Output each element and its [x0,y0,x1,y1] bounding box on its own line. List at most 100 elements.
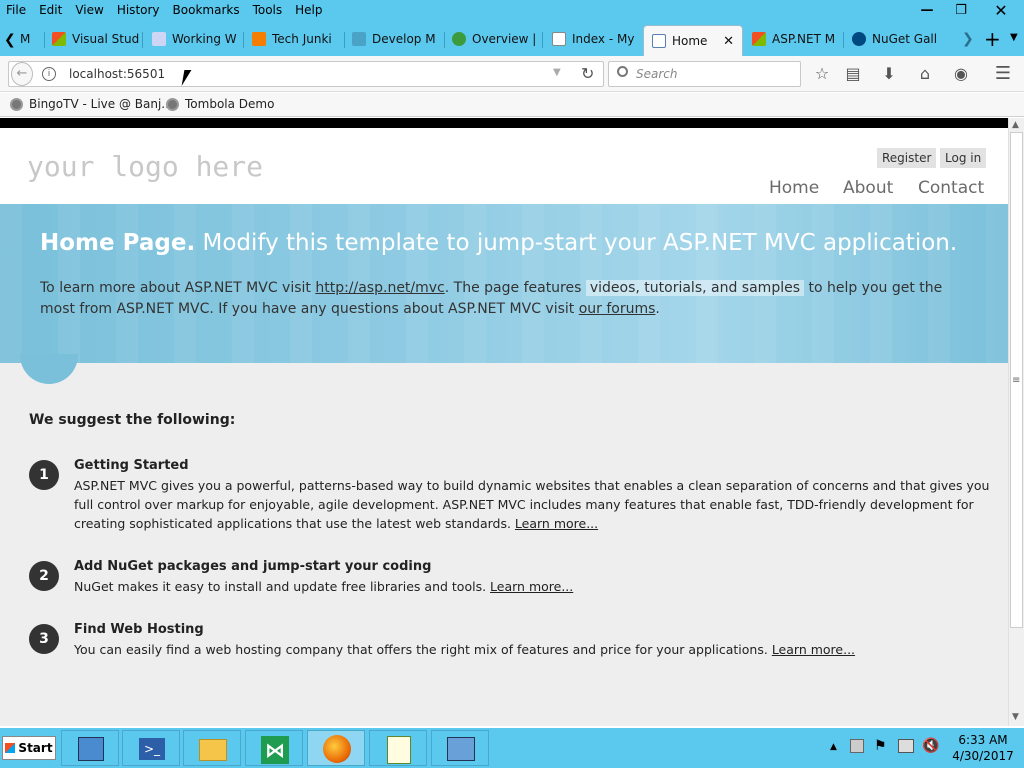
tab-label: Index - My [572,32,635,46]
tab-label: Visual Stud [72,32,140,46]
flag-icon[interactable]: ⚑ [874,738,887,754]
tab-overview[interactable]: Overview | [444,27,540,51]
taskbar-powershell[interactable]: >_ [122,730,180,766]
blogger-icon [252,32,266,46]
tab-label: Home [672,34,708,48]
tab-tech-junkie[interactable]: Tech Junki [244,27,340,51]
tab-nuget[interactable]: NuGet Gall [844,27,940,51]
nav-contact-link[interactable]: Contact [918,178,984,198]
tabs-scroll-right-icon[interactable]: ❯ [962,31,974,47]
hamburger-menu-icon[interactable]: ☰ [993,65,1013,83]
home-icon[interactable]: ⌂ [915,65,935,83]
network-tray-icon[interactable] [850,739,864,753]
menu-file[interactable]: File [0,0,33,20]
nav-about-link[interactable]: About [843,178,893,198]
show-hidden-icons-icon[interactable]: ▲ [830,742,837,752]
featured-title-rest: Modify this template to jump-start your … [195,230,958,256]
site-logo[interactable]: your logo here [27,150,263,183]
featured-text-part: . The page features [444,280,586,296]
bookmark-star-icon[interactable]: ☆ [812,65,832,83]
restore-icon[interactable]: ❐ [944,0,978,20]
search-bar[interactable]: Search [608,61,801,87]
menu-help[interactable]: Help [289,0,329,20]
learn-more-link[interactable]: Learn more... [772,642,855,657]
scroll-grip-icon: ≡ [1012,375,1021,386]
control-panel-icon [447,737,475,761]
vertical-scrollbar[interactable]: ▲ ≡ ▼ [1008,118,1024,726]
taskbar-server-manager[interactable] [61,730,119,766]
scroll-down-icon[interactable]: ▼ [1012,712,1019,722]
menu-tools[interactable]: Tools [247,0,290,20]
menu-history[interactable]: History [111,0,167,20]
minimize-icon[interactable]: — [910,0,944,20]
featured-title: Home Page. Modify this template to jump-… [40,230,957,256]
banner-circle-decoration [20,354,78,384]
downloads-icon[interactable]: ⬇ [879,65,899,83]
register-link[interactable]: Register [877,148,937,168]
url-bar[interactable]: ← i localhost:56501 ▼ ↻ [8,61,604,87]
taskbar-visual-studio[interactable]: ⋈ [245,730,303,766]
step-title: Getting Started [74,458,189,473]
taskbar-notepad[interactable] [369,730,427,766]
tab-list-icon[interactable]: ▼ [1010,32,1018,43]
bookmark-tombola[interactable]: Tombola Demo [166,97,274,111]
tab-label: NuGet Gall [872,32,938,46]
url-text[interactable]: localhost:56501 [69,67,165,81]
page-content: your logo here Register Log in Home Abou… [0,128,1008,726]
search-input[interactable]: Search [636,67,678,81]
step-number: 1 [29,460,59,490]
volume-muted-icon[interactable]: 🔇 [922,738,939,754]
bookmark-bingotv[interactable]: BingoTV - Live @ Banj... [10,97,173,111]
taskbar-explorer[interactable] [183,730,241,766]
new-tab-icon[interactable]: + [984,27,1001,51]
menu-bookmarks[interactable]: Bookmarks [167,0,247,20]
tab-visual-studio[interactable]: Visual Stud [44,27,140,51]
tab-develop[interactable]: Develop M [344,27,440,51]
system-clock[interactable]: 6:33 AM 4/30/2017 [948,732,1018,764]
step-title: Add NuGet packages and jump-start your c… [74,559,432,574]
scroll-up-icon[interactable]: ▲ [1012,120,1019,130]
url-dropdown-icon[interactable]: ▼ [553,67,561,78]
taskbar-control-panel[interactable] [431,730,489,766]
tab-index[interactable]: Index - My [544,27,640,51]
login-link[interactable]: Log in [940,148,987,168]
tab-separator [142,32,143,48]
close-tab-icon[interactable]: ✕ [723,34,734,49]
reading-list-icon[interactable]: ▤ [843,65,863,83]
menu-view[interactable]: View [69,0,110,20]
pencil-icon [352,32,366,46]
bookmark-label: Tombola Demo [185,97,275,111]
powershell-icon: >_ [139,738,165,760]
taskbar-firefox[interactable] [307,730,365,766]
tab-home-active[interactable]: Home ✕ [643,25,743,56]
learn-more-link[interactable]: Learn more... [515,516,598,531]
featured-banner: Home Page. Modify this template to jump-… [0,204,1008,363]
close-window-icon[interactable]: ✕ [978,0,1024,20]
aspnet-mvc-link[interactable]: http://asp.net/mvc [315,280,444,296]
tab-label: Tech Junki [272,32,332,46]
pocket-icon[interactable]: ◉ [951,65,971,83]
tab-working[interactable]: Working W [144,27,240,51]
start-button[interactable]: Start [2,736,56,760]
display-tray-icon[interactable] [898,739,914,753]
info-icon[interactable]: i [42,67,56,81]
tab-0[interactable]: M [14,27,38,51]
tab-aspnet[interactable]: ASP.NET M [744,27,840,51]
forums-link[interactable]: our forums [579,301,656,317]
learn-more-link[interactable]: Learn more... [490,579,573,594]
clock-time: 6:33 AM [958,733,1008,747]
step-getting-started: 1 Getting Started ASP.NET MVC gives you … [29,458,994,538]
microsoft-icon [52,32,66,46]
menu-edit[interactable]: Edit [33,0,69,20]
start-label: Start [18,741,53,755]
notepad-icon [387,736,411,764]
nav-home-link[interactable]: Home [769,178,819,198]
step-text: ASP.NET MVC gives you a powerful, patter… [74,476,994,533]
reload-icon[interactable]: ↻ [581,64,594,83]
back-icon[interactable]: ← [11,62,33,86]
featured-text-part: . [655,301,660,317]
windows-taskbar: Start >_ ⋈ ▲ ⚑ 🔇 6:33 AM 4/30/2017 [0,728,1024,768]
page-icon [552,32,566,46]
microsoft-icon [752,32,766,46]
clock-date: 4/30/2017 [952,749,1014,763]
